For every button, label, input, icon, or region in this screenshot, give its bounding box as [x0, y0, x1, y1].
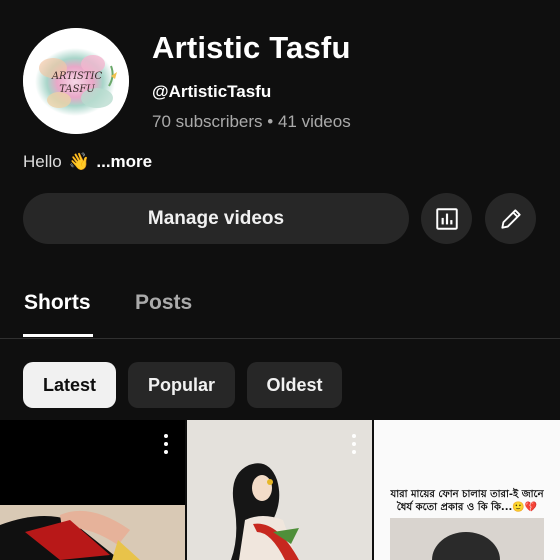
channel-description[interactable]: Hello 👋 ...more [23, 152, 152, 172]
waving-hand-icon: 👋 [68, 152, 90, 171]
more-vert-icon[interactable] [163, 434, 169, 454]
channel-handle: @ArtisticTasfu [152, 82, 272, 101]
pencil-icon [500, 208, 521, 229]
tab-selected-indicator [23, 334, 93, 337]
chip-popular[interactable]: Popular [128, 362, 235, 408]
more-vert-icon[interactable] [351, 434, 357, 454]
short-thumbnail-3[interactable]: যারা মায়ের ফোন চালায় তারা-ই জানে ধৈর্য… [374, 420, 560, 560]
description-text: Hello [23, 152, 62, 171]
manage-videos-button[interactable]: Manage videos [23, 193, 409, 244]
short-thumbnail-2[interactable] [187, 420, 372, 560]
chip-oldest[interactable]: Oldest [247, 362, 342, 408]
tab-posts[interactable]: Posts [135, 291, 192, 315]
short-thumbnail-1[interactable] [0, 420, 185, 560]
analytics-icon [435, 207, 458, 230]
more-link[interactable]: ...more [96, 152, 152, 171]
chip-latest[interactable]: Latest [23, 362, 116, 408]
avatar-text-2: TASFU [59, 84, 95, 95]
analytics-button[interactable] [421, 193, 472, 244]
channel-meta: 70 subscribers • 41 videos [152, 112, 351, 131]
short-2-image [187, 420, 372, 560]
channel-avatar[interactable]: ARTISTIC TASFU [23, 28, 129, 134]
avatar-text-1: ARTISTIC [51, 71, 103, 82]
short-3-caption: যারা মায়ের ফোন চালায় তারা-ই জানে ধৈর্য… [390, 489, 544, 513]
edit-channel-button[interactable] [485, 193, 536, 244]
short-1-image [0, 420, 185, 560]
avatar-artwork: ARTISTIC TASFU [23, 28, 129, 134]
channel-title: Artistic Tasfu [152, 30, 351, 65]
tab-shorts[interactable]: Shorts [24, 291, 91, 315]
tab-divider [0, 338, 560, 339]
